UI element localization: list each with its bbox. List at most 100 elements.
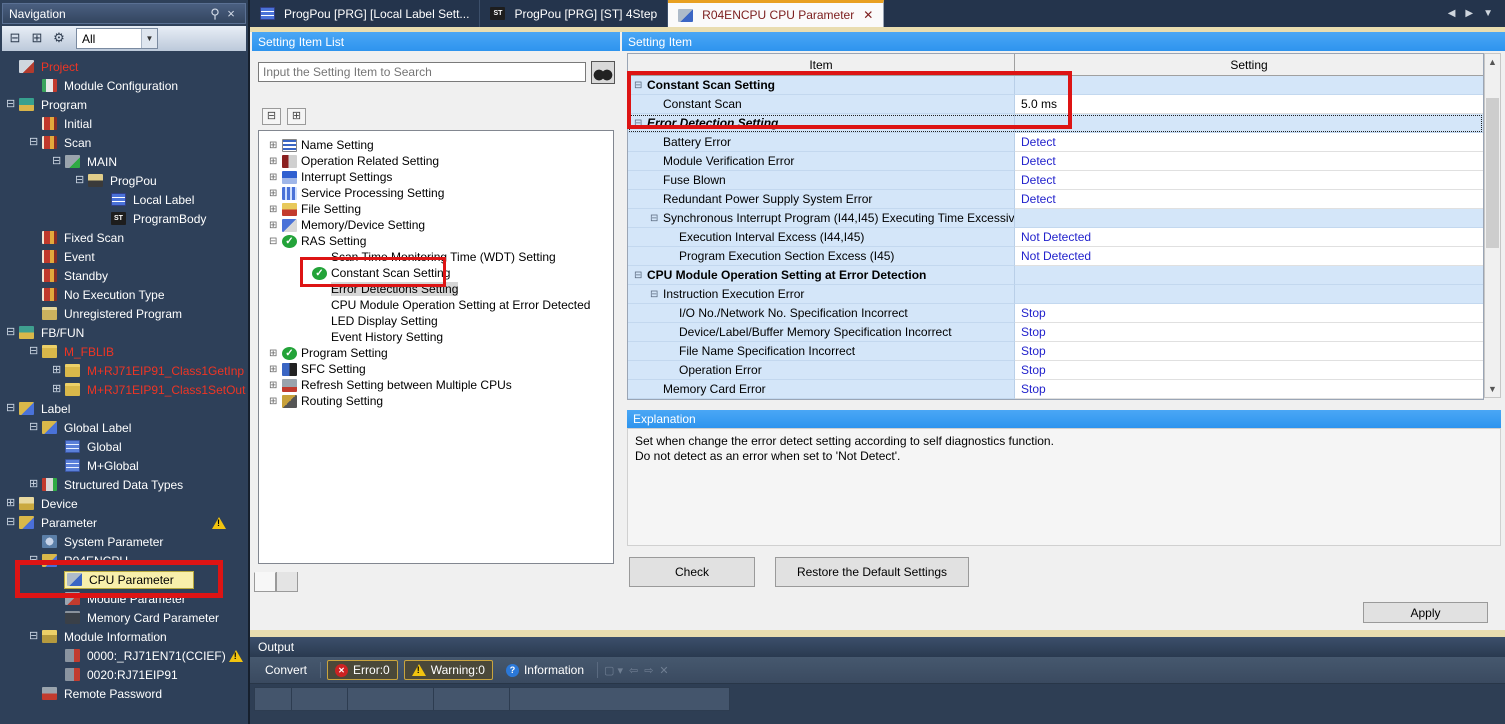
nav-tree-item[interactable]: Global bbox=[0, 437, 248, 456]
nav-tree-item[interactable]: ProgramBody bbox=[0, 209, 248, 228]
setting-table-row[interactable]: Operation Error Stop bbox=[628, 361, 1483, 380]
tree-expander-icon[interactable]: ⊞ bbox=[269, 396, 282, 407]
setting-table-row[interactable]: Program Execution Section Excess (I45) N… bbox=[628, 247, 1483, 266]
nav-tree-item[interactable]: ⊟ Program bbox=[0, 95, 248, 114]
bottom-tab[interactable] bbox=[276, 572, 298, 592]
tab-scroll-right-icon[interactable]: ▶ bbox=[1465, 8, 1473, 19]
tree-expander-icon[interactable]: ⊟ bbox=[75, 171, 88, 190]
setting-value-cell[interactable] bbox=[1015, 209, 1483, 228]
nav-tree-item[interactable]: ⊞ M+RJ71EIP91_Class1SetOut bbox=[0, 380, 248, 399]
setting-item-tree-row[interactable]: CPU Module Operation Setting at Error De… bbox=[259, 297, 613, 313]
tree-expander-icon[interactable]: ⊟ bbox=[29, 342, 42, 361]
nav-tree-item[interactable]: Memory Card Parameter bbox=[0, 608, 248, 627]
nav-tree-item[interactable]: System Parameter bbox=[0, 532, 248, 551]
setting-value-cell[interactable]: Not Detected bbox=[1015, 247, 1483, 266]
gear-icon[interactable]: ⚙ bbox=[50, 30, 68, 47]
tree-expander-icon[interactable]: ⊞ bbox=[269, 348, 282, 359]
setting-table-row[interactable]: Redundant Power Supply System Error Dete… bbox=[628, 190, 1483, 209]
tree-expander-icon[interactable]: ⊟ bbox=[29, 418, 42, 437]
nav-tree-item[interactable]: Unregistered Program bbox=[0, 304, 248, 323]
setting-table-row[interactable]: File Name Specification Incorrect Stop bbox=[628, 342, 1483, 361]
table-scrollbar[interactable]: ▲ ▼ bbox=[1484, 53, 1501, 398]
tree-expander-icon[interactable]: ⊟ bbox=[6, 513, 19, 532]
setting-value-cell[interactable]: Detect bbox=[1015, 152, 1483, 171]
apply-button[interactable]: Apply bbox=[1363, 602, 1488, 623]
setting-table-row[interactable]: Fuse Blown Detect bbox=[628, 171, 1483, 190]
restore-defaults-button[interactable]: Restore the Default Settings bbox=[775, 557, 969, 587]
scroll-down-icon[interactable]: ▼ bbox=[1485, 381, 1500, 397]
setting-table-row[interactable]: Constant Scan 5.0 ms bbox=[628, 95, 1483, 114]
setting-item-tree-row[interactable]: ⊞ Operation Related Setting bbox=[259, 153, 613, 169]
setting-value-cell[interactable]: Detect bbox=[1015, 171, 1483, 190]
tree-expander-icon[interactable]: ⊞ bbox=[269, 364, 282, 375]
row-expander-icon[interactable]: ⊟ bbox=[634, 270, 647, 281]
close-icon[interactable]: × bbox=[223, 6, 239, 21]
tree-expander-icon[interactable]: ⊟ bbox=[6, 323, 19, 342]
nav-tree-item[interactable]: 0020:RJ71EIP91 bbox=[0, 665, 248, 684]
nav-tree-item[interactable]: Event bbox=[0, 247, 248, 266]
tree-expander-icon[interactable]: ⊞ bbox=[269, 220, 282, 231]
nav-tree-item[interactable]: ⊟ Scan bbox=[0, 133, 248, 152]
scroll-up-icon[interactable]: ▲ bbox=[1485, 54, 1500, 70]
nav-tree-item[interactable]: ⊟ M_FBLIB bbox=[0, 342, 248, 361]
setting-value-cell[interactable] bbox=[1015, 285, 1483, 304]
tree-expander-icon[interactable]: ⊞ bbox=[269, 172, 282, 183]
nav-tree-item[interactable]: ⊟ FB/FUN bbox=[0, 323, 248, 342]
nav-tree-item[interactable]: CPU Parameter bbox=[0, 570, 248, 589]
setting-item-tree-row[interactable]: ⊟ RAS Setting bbox=[259, 233, 613, 249]
document-tab[interactable]: ProgPou [PRG] [ST] 4Step bbox=[480, 0, 668, 27]
nav-tree-item[interactable]: M+Global bbox=[0, 456, 248, 475]
expand-tree-icon[interactable]: ⊞ bbox=[28, 30, 46, 47]
setting-value-cell[interactable]: Not Detected bbox=[1015, 228, 1483, 247]
setting-item-tree-row[interactable]: Error Detections Setting bbox=[259, 281, 613, 297]
setting-item-tree-row[interactable]: ⊞ Service Processing Setting bbox=[259, 185, 613, 201]
setting-table-row[interactable]: ⊟ Constant Scan Setting bbox=[628, 76, 1483, 95]
tab-list-dropdown-icon[interactable]: ▼ bbox=[1483, 8, 1493, 19]
nav-tree-item[interactable]: Initial bbox=[0, 114, 248, 133]
setting-table-row[interactable]: I/O No./Network No. Specification Incorr… bbox=[628, 304, 1483, 323]
scrollbar-thumb[interactable] bbox=[1486, 98, 1499, 248]
setting-item-tree-row[interactable]: Constant Scan Setting bbox=[259, 265, 613, 281]
tree-expander-icon[interactable]: ⊞ bbox=[29, 475, 42, 494]
setting-value-cell[interactable] bbox=[1015, 114, 1483, 133]
setting-item-tree-row[interactable]: ⊞ Interrupt Settings bbox=[259, 169, 613, 185]
tree-expander-icon[interactable]: ⊟ bbox=[29, 133, 42, 152]
setting-item-tree-row[interactable]: LED Display Setting bbox=[259, 313, 613, 329]
expand-all-icon[interactable]: ⊞ bbox=[287, 108, 306, 125]
error-filter-button[interactable]: Error:0 bbox=[327, 660, 398, 680]
setting-table-row[interactable]: ⊟ Synchronous Interrupt Program (I44,I45… bbox=[628, 209, 1483, 228]
nav-tree-item[interactable]: ⊟ R04ENCPU bbox=[0, 551, 248, 570]
search-input[interactable] bbox=[258, 62, 586, 82]
tree-expander-icon[interactable]: ⊟ bbox=[52, 152, 65, 171]
setting-value-cell[interactable]: Detect bbox=[1015, 133, 1483, 152]
nav-tree-item[interactable]: Project bbox=[0, 57, 248, 76]
setting-value-cell[interactable] bbox=[1015, 266, 1483, 285]
setting-item-tree-row[interactable]: ⊞ SFC Setting bbox=[259, 361, 613, 377]
nav-tree-item[interactable]: ⊟ Module Information bbox=[0, 627, 248, 646]
setting-value-cell[interactable] bbox=[1015, 76, 1483, 95]
output-column-header[interactable] bbox=[348, 687, 434, 711]
setting-table-row[interactable]: Battery Error Detect bbox=[628, 133, 1483, 152]
setting-item-tree-row[interactable]: Scan Time Monitoring Time (WDT) Setting bbox=[259, 249, 613, 265]
document-tab[interactable]: R04ENCPU CPU Parameter ✕ bbox=[668, 0, 884, 27]
nav-tree-item[interactable]: Module Parameter bbox=[0, 589, 248, 608]
tree-expander-icon[interactable]: ⊟ bbox=[6, 95, 19, 114]
setting-item-tree-row[interactable]: Event History Setting bbox=[259, 329, 613, 345]
nav-tree-item[interactable]: ⊟ MAIN bbox=[0, 152, 248, 171]
tree-expander-icon[interactable]: ⊞ bbox=[269, 380, 282, 391]
setting-table-row[interactable]: Module Verification Error Detect bbox=[628, 152, 1483, 171]
row-expander-icon[interactable]: ⊟ bbox=[650, 289, 663, 300]
nav-tree-item[interactable]: 0000:_RJ71EN71(CCIEF) bbox=[0, 646, 248, 665]
nav-tree-item[interactable]: Remote Password bbox=[0, 684, 248, 703]
tree-expander-icon[interactable]: ⊞ bbox=[6, 494, 19, 513]
information-filter-button[interactable]: Information bbox=[499, 661, 591, 679]
convert-button[interactable]: Convert bbox=[258, 661, 314, 679]
tree-expander-icon[interactable]: ⊟ bbox=[29, 627, 42, 646]
nav-tree-item[interactable]: Module Configuration bbox=[0, 76, 248, 95]
nav-tree-item[interactable]: ⊟ Global Label bbox=[0, 418, 248, 437]
row-expander-icon[interactable]: ⊟ bbox=[650, 213, 663, 224]
setting-table-row[interactable]: ⊟ Instruction Execution Error bbox=[628, 285, 1483, 304]
tree-expander-icon[interactable]: ⊞ bbox=[269, 188, 282, 199]
collapse-all-icon[interactable]: ⊟ bbox=[262, 108, 281, 125]
tab-scroll-left-icon[interactable]: ◀ bbox=[1448, 8, 1456, 19]
